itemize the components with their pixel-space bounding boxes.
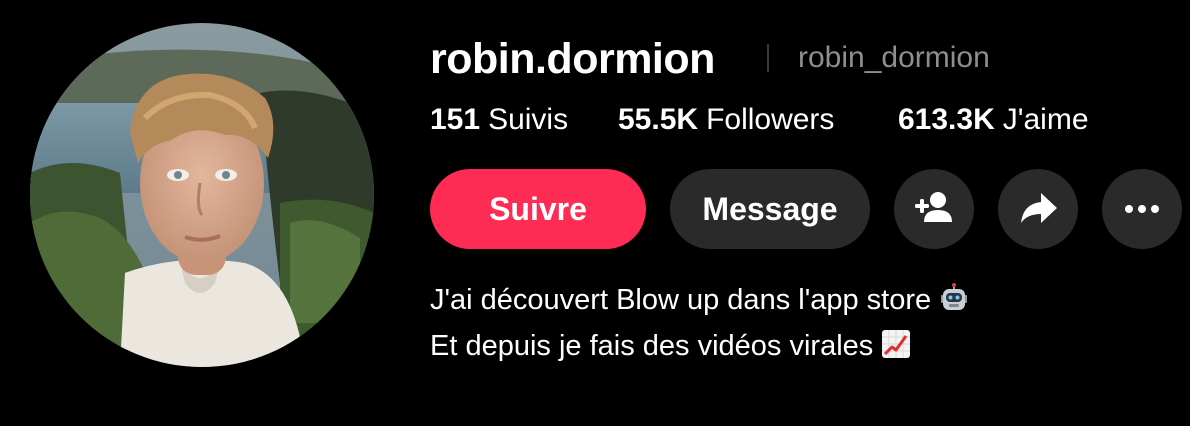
bio-line-1: J'ai découvert Blow up dans l'app store	[430, 279, 969, 325]
add-user-icon	[912, 186, 956, 233]
message-button[interactable]: Message	[670, 169, 870, 249]
more-options-button[interactable]	[1102, 169, 1182, 249]
bio: J'ai découvert Blow up dans l'app store …	[430, 279, 969, 371]
stat-likes[interactable]: 613.3K J'aime	[898, 101, 1089, 139]
chart-increasing-icon	[881, 329, 911, 371]
profile-photo	[30, 23, 374, 367]
robot-emoji-icon	[939, 283, 969, 325]
bio-line-1-text: J'ai découvert Blow up dans l'app store	[430, 284, 932, 316]
username: robin_dormion	[798, 41, 990, 74]
name-divider	[767, 44, 769, 72]
bio-line-2-text: Et depuis je fais des vidéos virales	[430, 330, 874, 362]
share-button[interactable]	[998, 169, 1078, 249]
display-name: robin.dormion	[430, 35, 715, 83]
stat-following-value: 151	[430, 103, 481, 136]
bio-line-2: Et depuis je fais des vidéos virales	[430, 325, 969, 371]
more-icon	[1124, 202, 1160, 217]
stat-followers[interactable]: 55.5K Followers	[618, 101, 834, 139]
add-friend-button[interactable]	[894, 169, 974, 249]
stat-following[interactable]: 151 Suivis	[430, 101, 568, 139]
stat-followers-value: 55.5K	[618, 103, 699, 136]
avatar[interactable]	[30, 23, 374, 367]
share-icon	[1017, 187, 1059, 232]
follow-button[interactable]: Suivre	[430, 169, 646, 249]
stat-likes-value: 613.3K	[898, 103, 995, 136]
stat-likes-label: J'aime	[1002, 103, 1089, 136]
stat-followers-label: Followers	[706, 103, 835, 136]
stat-following-label: Suivis	[488, 103, 569, 136]
